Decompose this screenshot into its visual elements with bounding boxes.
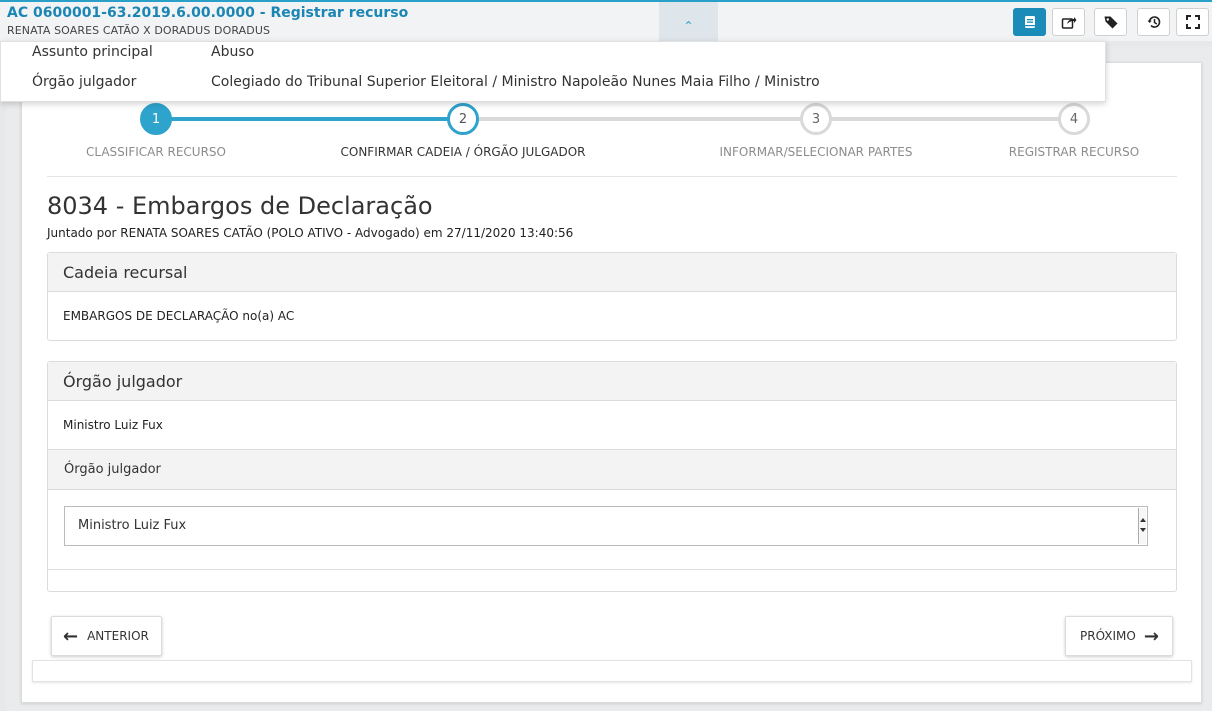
app-header: AC 0600001-63.2019.6.00.0000 - Registrar…: [0, 0, 1212, 43]
step-label-4: REGISTRAR RECURSO: [1008, 145, 1140, 159]
page-title: AC 0600001-63.2019.6.00.0000 - Registrar…: [7, 5, 409, 21]
step-circle-2[interactable]: 2: [447, 103, 479, 135]
parties-subtitle: RENATA SOARES CATÃO X DORADUS DORADUS: [7, 24, 271, 37]
previous-button[interactable]: ← ANTERIOR: [51, 616, 162, 656]
next-button-label: PRÓXIMO: [1080, 629, 1136, 643]
detail-value-orgao: Colegiado do Tribunal Superior Eleitoral…: [211, 74, 820, 90]
previous-button-label: ANTERIOR: [87, 629, 149, 643]
orgao-julgador-panel: Órgão julgador Ministro Luiz Fux Órgão j…: [47, 361, 1177, 592]
step-circle-1[interactable]: 1: [140, 103, 172, 135]
orgao-julgador-subheading: Órgão julgador: [64, 462, 161, 477]
step-connector-2-3: [463, 117, 816, 121]
cadeia-recursal-panel: Cadeia recursal EMBARGOS DE DECLARAÇÃO n…: [47, 252, 1177, 341]
arrow-right-icon: →: [1143, 625, 1159, 647]
cadeia-recursal-heading: Cadeia recursal: [63, 263, 188, 282]
document-subtitle: Juntado por RENATA SOARES CATÃO (POLO AT…: [47, 226, 574, 240]
detail-label-assunto: Assunto principal: [32, 44, 153, 60]
fullscreen-button[interactable]: [1176, 8, 1209, 36]
orgao-julgador-subheader: Órgão julgador: [48, 450, 1176, 490]
step-label-3: INFORMAR/SELECIONAR PARTES: [719, 145, 913, 159]
next-button[interactable]: PRÓXIMO →: [1065, 616, 1173, 656]
step-circle-4[interactable]: 4: [1058, 103, 1090, 135]
detail-label-orgao: Órgão julgador: [32, 74, 137, 90]
share-icon: [1061, 17, 1076, 29]
fullscreen-icon: [1185, 15, 1200, 29]
step-connector-1-2: [156, 117, 463, 121]
orgao-julgador-select[interactable]: Ministro Luiz Fux: [64, 506, 1148, 546]
tag-icon: [1104, 16, 1117, 29]
divider: [47, 176, 1177, 177]
orgao-julgador-subpanel: Órgão julgador Ministro Luiz Fux: [48, 449, 1176, 570]
step-label-1: CLASSIFICAR RECURSO: [86, 145, 226, 159]
orgao-julgador-header: Órgão julgador: [48, 362, 1176, 401]
history-button[interactable]: [1137, 8, 1170, 36]
cadeia-recursal-header: Cadeia recursal: [48, 253, 1176, 292]
orgao-julgador-selected-value: Ministro Luiz Fux: [78, 518, 187, 533]
step-connector-3-4: [816, 117, 1074, 121]
footer-bar: [32, 660, 1192, 682]
arrow-left-icon: ←: [63, 625, 79, 647]
collapse-details-toggle[interactable]: ⌃: [659, 2, 718, 43]
cadeia-recursal-text: EMBARGOS DE DECLARAÇÃO no(a) AC: [63, 309, 295, 323]
orgao-julgador-heading: Órgão julgador: [63, 372, 183, 391]
process-details-panel: Assunto principal Abuso Órgão julgador C…: [0, 41, 1106, 102]
step-circle-3[interactable]: 3: [800, 103, 832, 135]
tag-button[interactable]: [1094, 8, 1127, 36]
history-icon: [1147, 16, 1160, 28]
step-label-2: CONFIRMAR CADEIA / ÓRGÃO JULGADOR: [340, 145, 586, 159]
detail-value-assunto: Abuso: [211, 44, 255, 60]
share-button[interactable]: [1052, 8, 1085, 36]
chevron-up-icon: ⌃: [683, 19, 694, 33]
book-icon: [1024, 16, 1035, 28]
document-title: 8034 - Embargos de Declaração: [47, 192, 433, 220]
orgao-julgador-current: Ministro Luiz Fux: [63, 418, 163, 432]
select-arrows-icon[interactable]: [1138, 508, 1146, 544]
book-button[interactable]: [1013, 8, 1046, 36]
